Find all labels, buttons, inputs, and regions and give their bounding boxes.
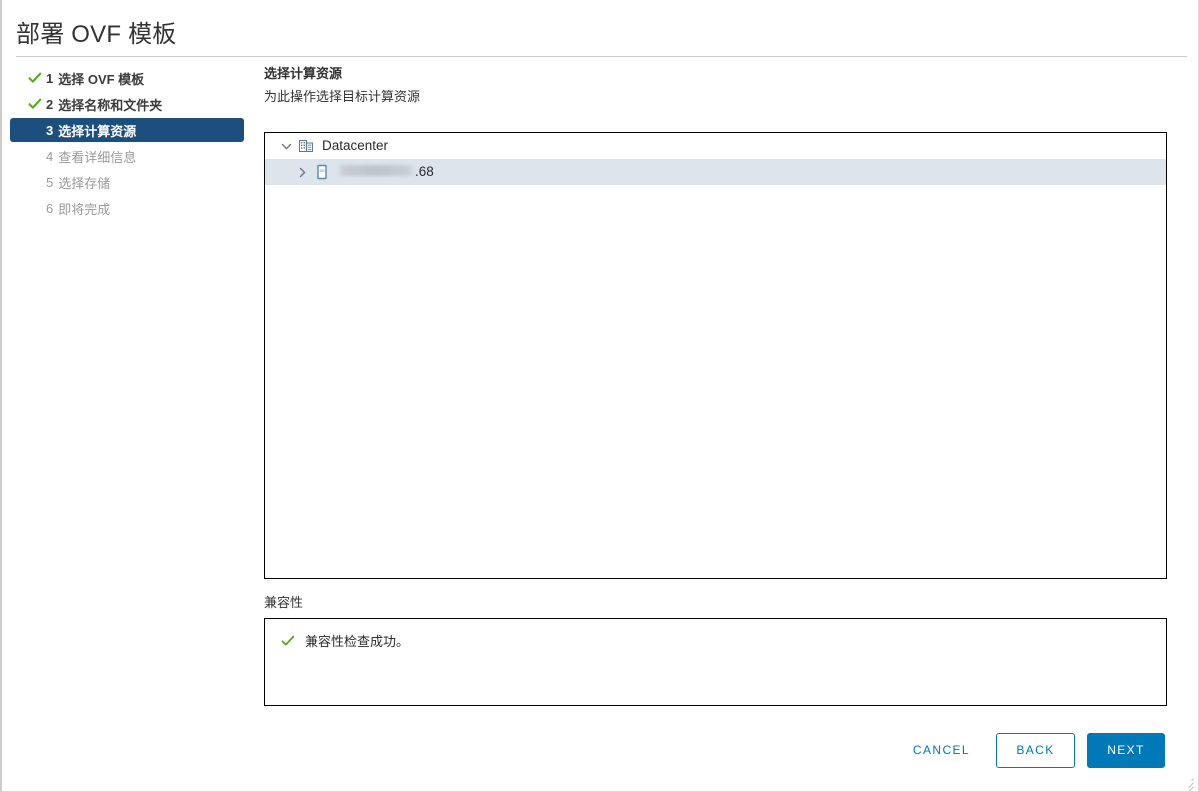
sidebar-item-label: 选择存储 bbox=[58, 175, 111, 191]
sidebar-item-select-storage[interactable]: 5 选择存储 bbox=[10, 170, 244, 194]
sidebar-item-ready-to-complete[interactable]: 6 即将完成 bbox=[10, 196, 244, 220]
sidebar-item-number: 6 bbox=[46, 200, 54, 216]
tree-row[interactable]: Datacenter bbox=[265, 133, 1166, 159]
datacenter-icon bbox=[297, 137, 315, 155]
sidebar-item-number: 4 bbox=[46, 148, 54, 164]
tree-node-label: Datacenter bbox=[322, 138, 389, 153]
compute-resource-tree[interactable]: Datacenter .68 bbox=[264, 132, 1167, 579]
sidebar-item-label: 选择名称和文件夹 bbox=[58, 97, 163, 113]
host-icon bbox=[313, 163, 331, 181]
compatibility-status-text: 兼容性检查成功。 bbox=[305, 634, 410, 649]
sidebar-item-select-ovf-template[interactable]: 1 选择 OVF 模板 bbox=[10, 66, 244, 90]
compatibility-status: 兼容性检查成功。 bbox=[265, 619, 1166, 650]
check-icon bbox=[281, 634, 295, 648]
sidebar-item-review-details[interactable]: 4 查看详细信息 bbox=[10, 144, 244, 168]
deploy-ovf-template-dialog: 部署 OVF 模板 1 选择 OVF 模板 2 选择名称和文件夹 3 选择计算资… bbox=[0, 0, 1199, 792]
compatibility-label: 兼容性 bbox=[264, 595, 304, 610]
sidebar-item-number: 1 bbox=[46, 70, 54, 86]
sidebar-item-label: 选择计算资源 bbox=[58, 123, 137, 139]
chevron-down-icon[interactable] bbox=[277, 137, 295, 155]
check-icon bbox=[28, 97, 42, 111]
sidebar-item-select-compute-resource[interactable]: 3 选择计算资源 bbox=[10, 118, 244, 142]
main-subheading: 为此操作选择目标计算资源 bbox=[264, 89, 421, 104]
main-panel-header: 选择计算资源 为此操作选择目标计算资源 bbox=[264, 66, 1169, 105]
wizard-step-list: 1 选择 OVF 模板 2 选择名称和文件夹 3 选择计算资源 4 查看详细信息… bbox=[2, 66, 252, 222]
cancel-button[interactable]: CANCEL bbox=[899, 733, 984, 768]
tree-node-label-redacted: .68 bbox=[338, 163, 434, 181]
sidebar-item-number: 5 bbox=[46, 174, 54, 190]
sidebar-item-label: 查看详细信息 bbox=[58, 149, 137, 165]
compatibility-panel: 兼容性检查成功。 bbox=[264, 618, 1167, 706]
sidebar-item-number: 2 bbox=[46, 96, 54, 112]
title-divider bbox=[16, 56, 1187, 57]
back-button[interactable]: BACK bbox=[996, 732, 1075, 768]
tree-node-label: .68 bbox=[415, 164, 434, 179]
redacted-hostname-blur bbox=[338, 165, 414, 176]
sidebar-item-select-name-and-folder[interactable]: 2 选择名称和文件夹 bbox=[10, 92, 244, 116]
sidebar-item-label: 选择 OVF 模板 bbox=[58, 71, 145, 87]
resize-grip[interactable] bbox=[1182, 775, 1194, 791]
sidebar-item-number: 3 bbox=[46, 122, 54, 138]
dialog-footer: CANCEL BACK NEXT bbox=[2, 728, 1187, 772]
main-heading: 选择计算资源 bbox=[264, 66, 343, 81]
check-icon bbox=[28, 71, 42, 85]
page-title: 部署 OVF 模板 bbox=[16, 21, 177, 48]
chevron-right-icon[interactable] bbox=[293, 163, 311, 181]
sidebar-item-label: 即将完成 bbox=[58, 201, 111, 217]
dialog-title-bar: 部署 OVF 模板 bbox=[2, 0, 1198, 56]
next-button[interactable]: NEXT bbox=[1087, 732, 1165, 768]
tree-row[interactable]: .68 bbox=[265, 159, 1166, 185]
